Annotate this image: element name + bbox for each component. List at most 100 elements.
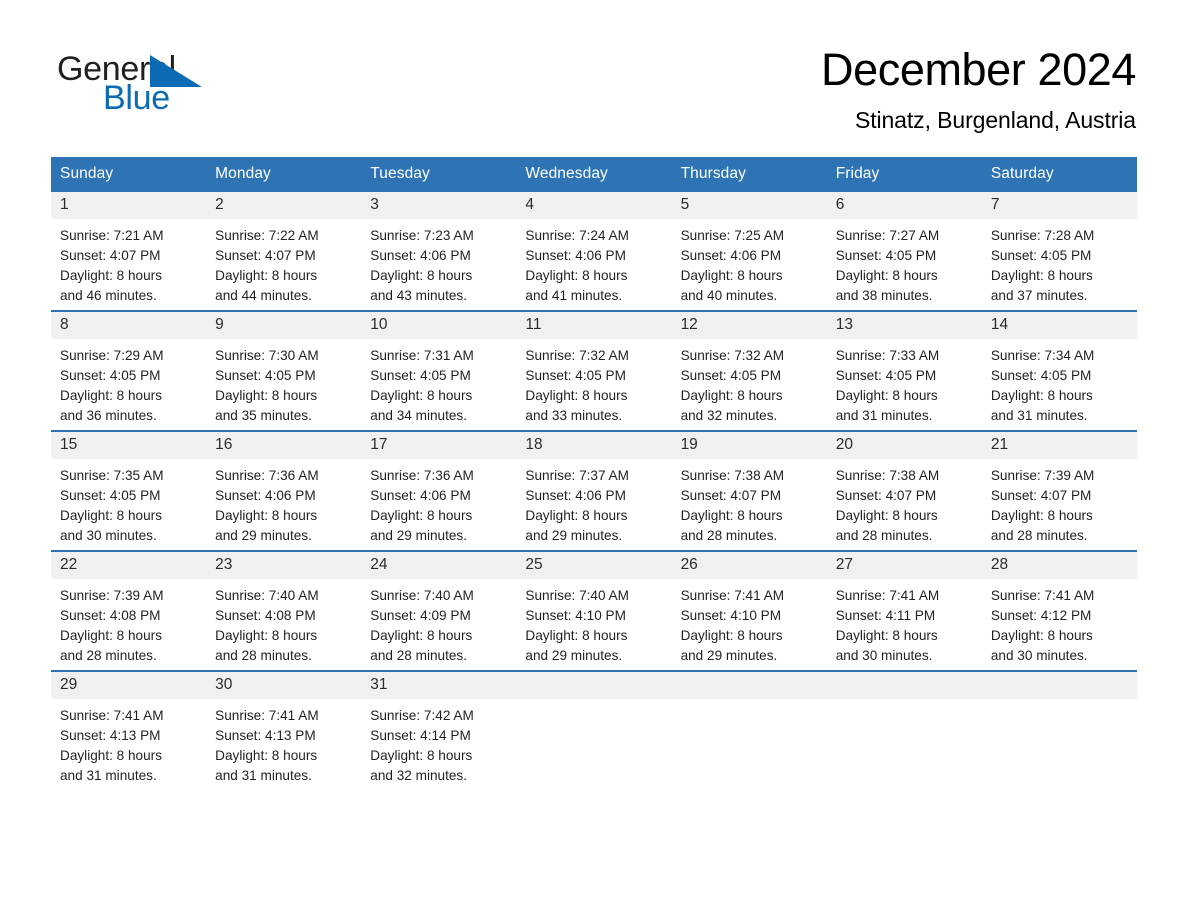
- day-cell[interactable]: 16 Sunrise: 7:36 AM Sunset: 4:06 PM Dayl…: [206, 430, 362, 551]
- calendar-table: Sunday Monday Tuesday Wednesday Thursday…: [51, 157, 1137, 790]
- day-number: 25: [516, 552, 672, 579]
- day-cell[interactable]: 21 Sunrise: 7:39 AM Sunset: 4:07 PM Dayl…: [981, 430, 1137, 551]
- sunrise-text: Sunrise: 7:41 AM: [215, 708, 319, 723]
- daylight-text-line2: and 28 minutes.: [60, 648, 157, 663]
- daylight-text-line1: Daylight: 8 hours: [525, 268, 628, 283]
- day-cell[interactable]: 25 Sunrise: 7:40 AM Sunset: 4:10 PM Dayl…: [516, 550, 672, 671]
- daylight-text-line2: and 34 minutes.: [370, 408, 468, 423]
- day-cell[interactable]: 31 Sunrise: 7:42 AM Sunset: 4:14 PM Dayl…: [361, 670, 517, 790]
- day-cell[interactable]: 17 Sunrise: 7:36 AM Sunset: 4:06 PM Dayl…: [361, 430, 517, 551]
- day-cell-empty: [981, 670, 1137, 790]
- day-cell[interactable]: 8 Sunrise: 7:29 AM Sunset: 4:05 PM Dayli…: [51, 310, 207, 431]
- day-number: 11: [516, 312, 672, 339]
- day-info: Sunrise: 7:23 AM Sunset: 4:06 PM Dayligh…: [361, 219, 516, 306]
- daylight-text-line1: Daylight: 8 hours: [680, 508, 783, 523]
- daylight-text-line1: Daylight: 8 hours: [215, 268, 318, 283]
- day-cell[interactable]: 24 Sunrise: 7:40 AM Sunset: 4:09 PM Dayl…: [361, 550, 517, 671]
- day-info: Sunrise: 7:42 AM Sunset: 4:14 PM Dayligh…: [361, 699, 516, 786]
- daylight-text-line2: and 41 minutes.: [525, 288, 623, 303]
- daylight-text-line2: and 28 minutes.: [990, 528, 1088, 543]
- daylight-text-line2: and 43 minutes.: [370, 288, 468, 303]
- daylight-text-line2: and 28 minutes.: [680, 528, 778, 543]
- day-cell[interactable]: 27 Sunrise: 7:41 AM Sunset: 4:11 PM Dayl…: [826, 550, 982, 671]
- daylight-text-line2: and 31 minutes.: [60, 768, 157, 783]
- calendar-body: 1 Sunrise: 7:21 AM Sunset: 4:07 PM Dayli…: [51, 192, 1137, 790]
- sunset-text: Sunset: 4:06 PM: [525, 248, 626, 263]
- day-number: 30: [206, 672, 362, 699]
- week-row: 15 Sunrise: 7:35 AM Sunset: 4:05 PM Dayl…: [51, 430, 1137, 551]
- daylight-text-line2: and 37 minutes.: [990, 288, 1088, 303]
- sunrise-text: Sunrise: 7:21 AM: [60, 228, 164, 243]
- day-cell[interactable]: 10 Sunrise: 7:31 AM Sunset: 4:05 PM Dayl…: [361, 310, 517, 431]
- sunset-text: Sunset: 4:05 PM: [990, 368, 1092, 383]
- daylight-text-line2: and 30 minutes.: [990, 648, 1088, 663]
- day-cell[interactable]: 29 Sunrise: 7:41 AM Sunset: 4:13 PM Dayl…: [51, 670, 207, 790]
- weekday-header-friday: Friday: [826, 157, 982, 192]
- daylight-text-line1: Daylight: 8 hours: [990, 388, 1093, 403]
- sunset-text: Sunset: 4:05 PM: [990, 248, 1092, 263]
- day-cell[interactable]: 19 Sunrise: 7:38 AM Sunset: 4:07 PM Dayl…: [671, 430, 827, 551]
- sunrise-text: Sunrise: 7:40 AM: [370, 588, 474, 603]
- day-cell[interactable]: 26 Sunrise: 7:41 AM Sunset: 4:10 PM Dayl…: [671, 550, 827, 671]
- sunset-text: Sunset: 4:05 PM: [60, 368, 161, 383]
- day-info: [672, 699, 827, 706]
- day-number: 6: [826, 192, 982, 219]
- daylight-text-line2: and 33 minutes.: [525, 408, 623, 423]
- daylight-text-line1: Daylight: 8 hours: [60, 748, 163, 763]
- day-number: 3: [361, 192, 517, 219]
- day-cell[interactable]: 30 Sunrise: 7:41 AM Sunset: 4:13 PM Dayl…: [206, 670, 362, 790]
- day-number: [981, 672, 1137, 699]
- day-info: Sunrise: 7:39 AM Sunset: 4:08 PM Dayligh…: [51, 579, 206, 666]
- daylight-text-line1: Daylight: 8 hours: [60, 508, 163, 523]
- day-cell[interactable]: 14 Sunrise: 7:34 AM Sunset: 4:05 PM Dayl…: [981, 310, 1137, 431]
- daylight-text-line2: and 29 minutes.: [525, 648, 623, 663]
- sunset-text: Sunset: 4:06 PM: [370, 248, 471, 263]
- day-info: Sunrise: 7:36 AM Sunset: 4:06 PM Dayligh…: [361, 459, 516, 546]
- day-cell[interactable]: 6 Sunrise: 7:27 AM Sunset: 4:05 PM Dayli…: [826, 192, 982, 311]
- day-number: 21: [981, 432, 1137, 459]
- sunrise-text: Sunrise: 7:31 AM: [370, 348, 474, 363]
- day-cell[interactable]: 15 Sunrise: 7:35 AM Sunset: 4:05 PM Dayl…: [51, 430, 207, 551]
- general-blue-logo[interactable]: General Blue: [57, 52, 237, 116]
- sunset-text: Sunset: 4:05 PM: [835, 368, 937, 383]
- sunset-text: Sunset: 4:08 PM: [215, 608, 316, 623]
- day-number: 28: [981, 552, 1137, 579]
- day-cell[interactable]: 18 Sunrise: 7:37 AM Sunset: 4:06 PM Dayl…: [516, 430, 672, 551]
- sunset-text: Sunset: 4:07 PM: [680, 488, 782, 503]
- sunrise-text: Sunrise: 7:39 AM: [990, 468, 1095, 483]
- day-info: Sunrise: 7:38 AM Sunset: 4:07 PM Dayligh…: [827, 459, 982, 546]
- day-cell[interactable]: 11 Sunrise: 7:32 AM Sunset: 4:05 PM Dayl…: [516, 310, 672, 431]
- day-cell[interactable]: 9 Sunrise: 7:30 AM Sunset: 4:05 PM Dayli…: [206, 310, 362, 431]
- location-subtitle: Stinatz, Burgenland, Austria: [854, 107, 1136, 134]
- day-number: 2: [206, 192, 362, 219]
- day-cell[interactable]: 1 Sunrise: 7:21 AM Sunset: 4:07 PM Dayli…: [51, 192, 207, 311]
- day-number: 13: [826, 312, 982, 339]
- sunrise-text: Sunrise: 7:42 AM: [370, 708, 474, 723]
- daylight-text-line2: and 30 minutes.: [60, 528, 157, 543]
- sunrise-text: Sunrise: 7:41 AM: [835, 588, 940, 603]
- day-cell[interactable]: 22 Sunrise: 7:39 AM Sunset: 4:08 PM Dayl…: [51, 550, 207, 671]
- day-cell[interactable]: 28 Sunrise: 7:41 AM Sunset: 4:12 PM Dayl…: [981, 550, 1137, 671]
- day-cell[interactable]: 20 Sunrise: 7:38 AM Sunset: 4:07 PM Dayl…: [826, 430, 982, 551]
- day-cell[interactable]: 13 Sunrise: 7:33 AM Sunset: 4:05 PM Dayl…: [826, 310, 982, 431]
- day-cell[interactable]: 23 Sunrise: 7:40 AM Sunset: 4:08 PM Dayl…: [206, 550, 362, 671]
- day-number: 10: [361, 312, 517, 339]
- day-cell[interactable]: 5 Sunrise: 7:25 AM Sunset: 4:06 PM Dayli…: [671, 192, 827, 311]
- daylight-text-line1: Daylight: 8 hours: [60, 388, 163, 403]
- calendar-page: General Blue December 2024 Stinatz, Burg…: [0, 0, 1188, 918]
- day-cell[interactable]: 3 Sunrise: 7:23 AM Sunset: 4:06 PM Dayli…: [361, 192, 517, 311]
- day-cell[interactable]: 4 Sunrise: 7:24 AM Sunset: 4:06 PM Dayli…: [516, 192, 672, 311]
- sunrise-text: Sunrise: 7:24 AM: [525, 228, 629, 243]
- day-number: [516, 672, 672, 699]
- daylight-text-line1: Daylight: 8 hours: [835, 628, 938, 643]
- day-cell-empty: [826, 670, 982, 790]
- sunset-text: Sunset: 4:10 PM: [525, 608, 626, 623]
- daylight-text-line1: Daylight: 8 hours: [990, 508, 1093, 523]
- sunrise-text: Sunrise: 7:40 AM: [215, 588, 319, 603]
- daylight-text-line2: and 40 minutes.: [680, 288, 778, 303]
- day-cell[interactable]: 2 Sunrise: 7:22 AM Sunset: 4:07 PM Dayli…: [206, 192, 362, 311]
- day-cell[interactable]: 7 Sunrise: 7:28 AM Sunset: 4:05 PM Dayli…: [981, 192, 1137, 311]
- day-number: 16: [206, 432, 362, 459]
- day-info: [827, 699, 982, 706]
- day-cell[interactable]: 12 Sunrise: 7:32 AM Sunset: 4:05 PM Dayl…: [671, 310, 827, 431]
